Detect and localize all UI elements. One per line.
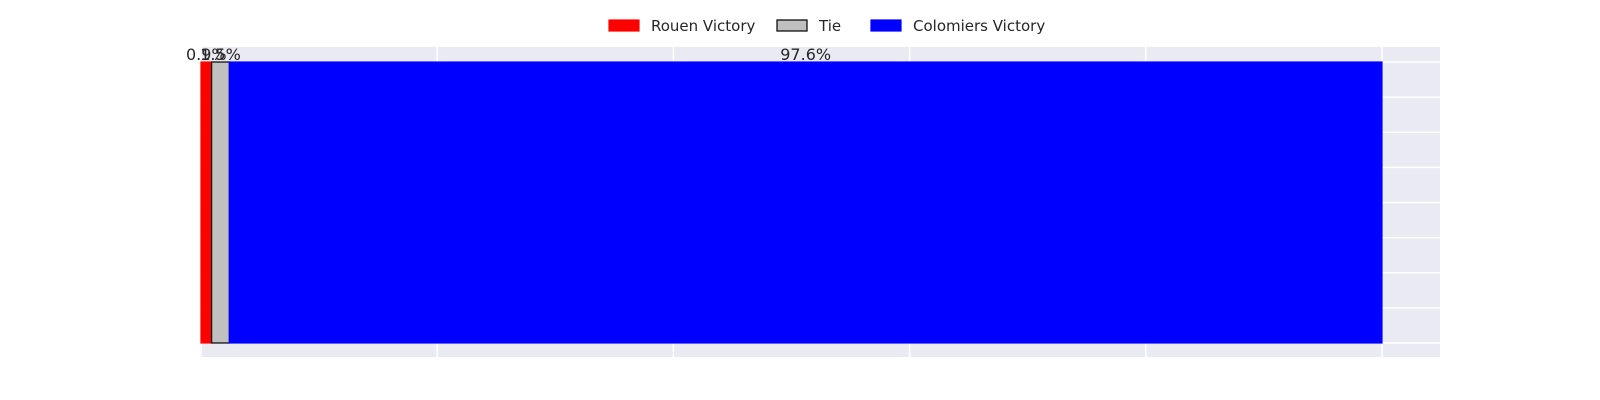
data-label-colomiers-victory: 97.6%	[780, 45, 831, 64]
legend-swatch-colomiers-victory	[870, 19, 902, 32]
legend-label-tie: Tie	[818, 17, 841, 35]
legend-label-rouen-victory: Rouen Victory	[651, 17, 756, 35]
stacked-bar-chart: 0.9%1.5% 97.6% Rouen Victory Tie Colomiers …	[186, 17, 1440, 357]
data-label-tie: 1.5%	[200, 45, 241, 64]
bar-segment-colomiers-victory	[228, 61, 1383, 344]
legend-swatch-tie	[776, 19, 808, 32]
bar-segment-tie	[211, 61, 230, 344]
legend-swatch-rouen-victory	[608, 19, 640, 32]
legend-label-colomiers-victory: Colomiers Victory	[913, 17, 1045, 35]
bar-segment-rouen-victory	[200, 61, 213, 344]
bars	[200, 61, 1383, 344]
legend: Rouen Victory Tie Colomiers Victory	[608, 17, 1045, 35]
